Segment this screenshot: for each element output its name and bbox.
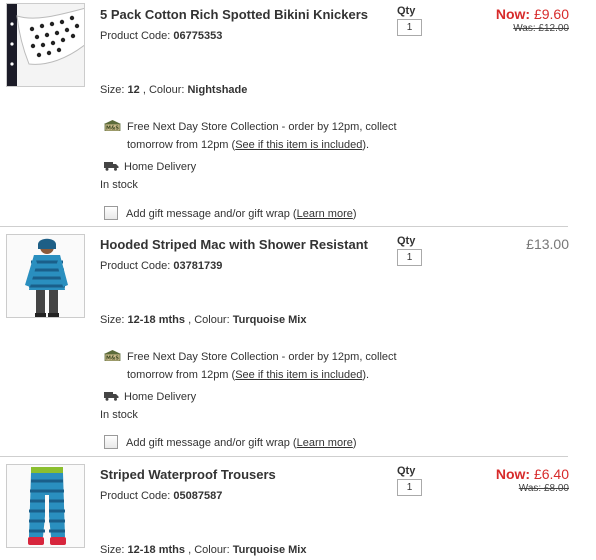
- size-label: Size:: [100, 84, 125, 96]
- colour-value: Turquoise Mix: [232, 314, 307, 326]
- price-now-label: Now:: [495, 6, 531, 22]
- delivery-truck-icon: [104, 161, 119, 171]
- colour-label: , Colour:: [188, 544, 230, 556]
- product-image-trousers[interactable]: [6, 464, 85, 548]
- store-collection-info: M&S Free Next Day Store Collection - ord…: [104, 118, 397, 136]
- stock-status: In stock: [100, 409, 138, 421]
- delivery-truck-icon: [104, 391, 119, 401]
- item-divider: [0, 226, 568, 227]
- home-delivery: Home Delivery: [104, 161, 196, 173]
- gift-text: Add gift message and/or gift wrap (: [126, 437, 297, 449]
- qty-input[interactable]: [397, 19, 422, 36]
- store-collection-text: Free Next Day Store Collection - order b…: [127, 121, 397, 133]
- product-title[interactable]: Hooded Striped Mac with Shower Resistant: [100, 237, 368, 252]
- product-code: Product Code: 05087587: [100, 490, 222, 502]
- product-title[interactable]: 5 Pack Cotton Rich Spotted Bikini Knicke…: [100, 7, 368, 22]
- gift-end: ): [352, 208, 357, 220]
- colour-value: Nightshade: [187, 84, 248, 96]
- product-code-value: 05087587: [173, 490, 223, 502]
- gift-option: Add gift message and/or gift wrap (Learn…: [104, 206, 357, 220]
- price-was: Was: £8.00: [518, 483, 569, 494]
- size-value: 12-18 mths: [127, 314, 186, 326]
- store-collection-end: ).: [362, 369, 370, 381]
- see-if-included-link[interactable]: See if this item is included: [235, 369, 362, 381]
- store-collection-info-line2: tomorrow from 12pm (See if this item is …: [127, 136, 369, 154]
- home-delivery: Home Delivery: [104, 391, 196, 403]
- product-attributes: Size: 12-18 mths , Colour: Turquoise Mix: [100, 314, 306, 326]
- store-collection-text: Free Next Day Store Collection - order b…: [127, 351, 397, 363]
- learn-more-link[interactable]: Learn more: [297, 437, 353, 449]
- product-attributes: Size: 12-18 mths , Colour: Turquoise Mix: [100, 544, 306, 556]
- gift-checkbox[interactable]: [104, 435, 118, 449]
- item-divider: [0, 456, 568, 457]
- colour-value: Turquoise Mix: [232, 544, 307, 556]
- price-now: Now: £9.60: [496, 6, 569, 22]
- learn-more-link[interactable]: Learn more: [297, 208, 353, 220]
- store-collection-info-line2: tomorrow from 12pm (See if this item is …: [127, 366, 369, 384]
- product-code: Product Code: 03781739: [100, 260, 222, 272]
- qty-input[interactable]: [397, 249, 422, 266]
- size-value: 12-18 mths: [127, 544, 186, 556]
- ms-store-icon: M&S: [104, 349, 121, 362]
- product-code-label: Product Code:: [100, 260, 171, 272]
- product-image-mac[interactable]: [6, 234, 85, 318]
- ms-store-icon: M&S: [104, 119, 121, 132]
- svg-text:M&S: M&S: [106, 356, 119, 362]
- stock-status: In stock: [100, 179, 138, 191]
- qty-label: Qty: [397, 235, 416, 247]
- price-now-value: £9.60: [533, 6, 569, 22]
- qty-label: Qty: [397, 5, 416, 17]
- store-collection-text2: tomorrow from 12pm (: [127, 369, 236, 381]
- home-delivery-text: Home Delivery: [124, 161, 197, 173]
- price-now: Now: £6.40: [496, 466, 569, 482]
- product-image-knickers[interactable]: [6, 3, 85, 87]
- store-collection-text2: tomorrow from 12pm (: [127, 139, 236, 151]
- colour-label: , Colour:: [142, 84, 185, 96]
- product-attributes: Size: 12 , Colour: Nightshade: [100, 84, 247, 96]
- svg-text:M&S: M&S: [106, 126, 119, 132]
- product-code-value: 03781739: [173, 260, 223, 272]
- colour-label: , Colour:: [188, 314, 230, 326]
- see-if-included-link[interactable]: See if this item is included: [235, 139, 362, 151]
- home-delivery-text: Home Delivery: [124, 391, 197, 403]
- price-was: Was: £12.00: [513, 23, 569, 34]
- size-label: Size:: [100, 314, 125, 326]
- gift-checkbox[interactable]: [104, 206, 118, 220]
- product-title[interactable]: Striped Waterproof Trousers: [100, 467, 276, 482]
- gift-option: Add gift message and/or gift wrap (Learn…: [104, 435, 357, 449]
- product-code-value: 06775353: [173, 30, 223, 42]
- product-code-label: Product Code:: [100, 490, 171, 502]
- price-now-value: £6.40: [533, 466, 569, 482]
- qty-label: Qty: [397, 465, 416, 477]
- gift-end: ): [352, 437, 357, 449]
- size-value: 12: [127, 84, 140, 96]
- price: £13.00: [526, 236, 569, 252]
- product-code-label: Product Code:: [100, 30, 171, 42]
- size-label: Size:: [100, 544, 125, 556]
- price-now-label: Now:: [495, 466, 531, 482]
- store-collection-info: M&S Free Next Day Store Collection - ord…: [104, 348, 397, 366]
- store-collection-end: ).: [362, 139, 370, 151]
- gift-text: Add gift message and/or gift wrap (: [126, 208, 297, 220]
- product-code: Product Code: 06775353: [100, 30, 222, 42]
- qty-input[interactable]: [397, 479, 422, 496]
